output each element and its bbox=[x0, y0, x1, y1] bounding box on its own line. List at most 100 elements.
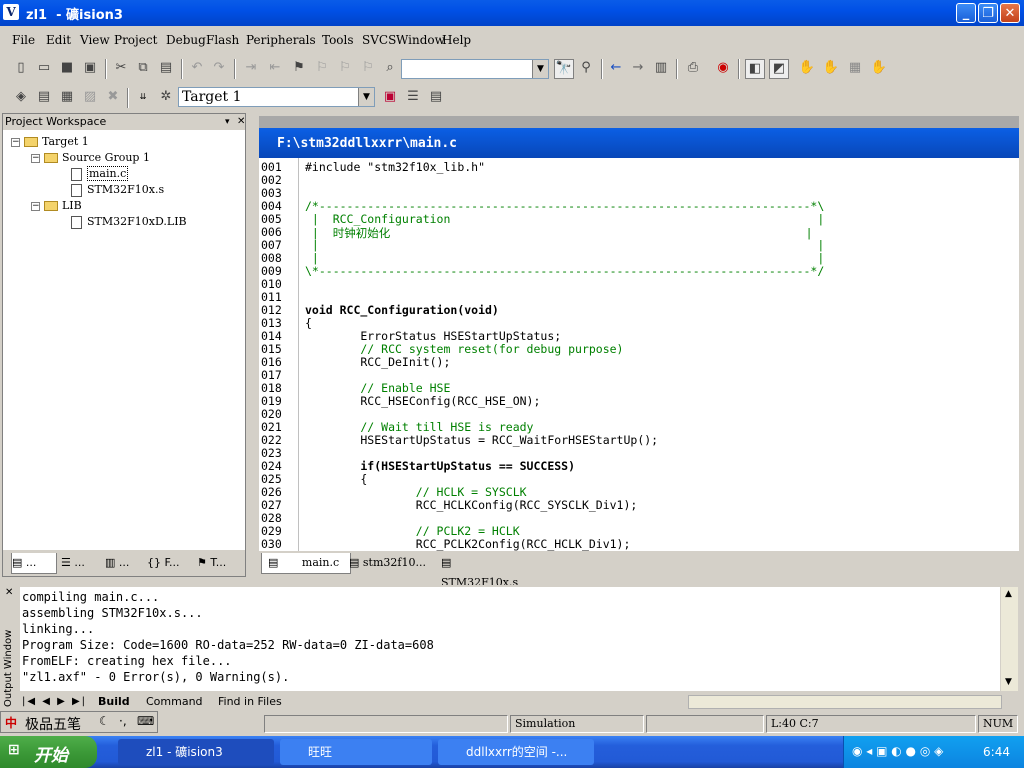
stop-build-icon[interactable]: ✖ bbox=[104, 88, 122, 106]
unindent-icon[interactable]: ⇤ bbox=[266, 59, 284, 77]
window-layout-icon[interactable]: ◧ bbox=[745, 59, 765, 79]
close-icon[interactable]: ✕ bbox=[235, 114, 245, 130]
output-text[interactable]: compiling main.c... assembling STM32F10x.… bbox=[20, 587, 1000, 691]
output-scrollbar[interactable]: ▲ ▼ bbox=[1001, 587, 1018, 691]
cut-icon[interactable]: ✂ bbox=[112, 59, 130, 77]
scroll-up-icon[interactable]: ▲ bbox=[1005, 589, 1012, 599]
back-arrow-icon[interactable]: ← bbox=[607, 59, 625, 77]
bookmark-clear-icon[interactable]: ⚐ bbox=[359, 59, 377, 77]
menu-window[interactable]: Window bbox=[396, 33, 445, 47]
moon-icon[interactable]: ☾ bbox=[99, 714, 110, 728]
options-for-target-icon[interactable]: ✲ bbox=[157, 88, 175, 106]
app-icon[interactable]: V bbox=[3, 4, 19, 20]
toolbar-separator bbox=[601, 59, 603, 79]
title-bar[interactable]: V zl1 - 礦ision3 _ ❐ ✕ bbox=[0, 0, 1024, 26]
ime-logo-icon[interactable]: 中 bbox=[5, 714, 17, 731]
build-icon[interactable]: ▤ bbox=[35, 88, 53, 106]
tab-main-c[interactable]: ▤ main.c bbox=[261, 553, 351, 574]
save-icon[interactable]: ■ bbox=[58, 59, 76, 77]
hand-icon[interactable]: ✋ bbox=[798, 59, 816, 77]
chevron-down-icon[interactable]: ▼ bbox=[358, 88, 374, 106]
memory-icon[interactable]: ▦ bbox=[846, 59, 864, 77]
menu-file[interactable]: File bbox=[12, 33, 35, 47]
menu-tools[interactable]: Tools bbox=[322, 33, 354, 47]
open-folder-icon[interactable]: ▭ bbox=[35, 59, 53, 77]
menu-view[interactable]: View bbox=[80, 33, 110, 47]
find-in-files-icon[interactable]: ⌕ bbox=[381, 59, 399, 77]
find-combo[interactable]: ▼ bbox=[401, 59, 549, 79]
indent-icon[interactable]: ⇥ bbox=[242, 59, 260, 77]
collapse-icon[interactable]: − bbox=[11, 137, 20, 147]
menu-project[interactable]: Project bbox=[114, 33, 157, 47]
batch-build-icon[interactable]: ▨ bbox=[81, 88, 99, 106]
ime-name[interactable]: 极品五笔 bbox=[25, 714, 81, 734]
target-combo[interactable]: Target 1 ▼ bbox=[178, 87, 375, 107]
translate-icon[interactable]: ◈ bbox=[12, 88, 30, 106]
browse-icon[interactable]: ▥ bbox=[652, 59, 670, 77]
redo-icon[interactable]: ↷ bbox=[210, 59, 228, 77]
collapse-icon[interactable]: − bbox=[31, 153, 40, 163]
menu-help[interactable]: Help bbox=[442, 33, 471, 47]
print-icon[interactable]: ⎙ bbox=[684, 59, 702, 77]
copy-icon[interactable]: ⧉ bbox=[134, 59, 152, 77]
bookmark-prev-icon[interactable]: ⚐ bbox=[336, 59, 354, 77]
tab-stm32f10-c[interactable]: ▤ stm32f10... bbox=[349, 553, 435, 573]
close-icon[interactable]: ✕ bbox=[5, 587, 13, 598]
menu-debug[interactable]: Debug bbox=[166, 33, 206, 47]
tab-books[interactable]: ▥ ... bbox=[105, 553, 145, 573]
code-area[interactable]: 001 #include "stm32f10x_lib.h" 002 003 004 /*… bbox=[259, 158, 1019, 551]
tree-item-lib[interactable]: − LIB bbox=[31, 199, 82, 212]
task-browser[interactable]: ddllxxrr的空间 -... bbox=[438, 739, 594, 765]
file-extensions-icon[interactable]: ☰ bbox=[404, 88, 422, 106]
collapse-icon[interactable]: − bbox=[31, 201, 40, 211]
punct-icon[interactable]: ·, bbox=[119, 714, 127, 728]
save-all-icon[interactable]: ▣ bbox=[81, 59, 99, 77]
paste-icon[interactable]: ▤ bbox=[157, 59, 175, 77]
find-next-icon[interactable]: ⚲ bbox=[577, 59, 595, 77]
forward-arrow-icon[interactable]: → bbox=[629, 59, 647, 77]
tree-item-main-c[interactable]: main.c bbox=[71, 166, 129, 181]
close-button[interactable]: ✕ bbox=[1000, 3, 1020, 23]
tab-files[interactable]: ▤ ... bbox=[11, 553, 57, 574]
menu-edit[interactable]: Edit bbox=[46, 33, 71, 47]
task-uvision[interactable]: zl1 - 礦ision3 bbox=[118, 739, 274, 765]
load-icon[interactable]: ⇊ bbox=[134, 88, 152, 106]
output-nav-arrows[interactable]: |◀ ◀ ▶ ▶| bbox=[22, 695, 92, 709]
start-button[interactable]: ⊞ 开始 bbox=[0, 736, 97, 768]
tab-templates[interactable]: ⚑ T... bbox=[197, 553, 241, 573]
manage-icon[interactable]: ▤ bbox=[427, 88, 445, 106]
chevron-down-icon[interactable]: ▾ bbox=[223, 114, 230, 130]
restore-button[interactable]: ❐ bbox=[978, 3, 998, 23]
tab-stm32f10x-s[interactable]: ▤ STM32F10x.s bbox=[441, 553, 531, 589]
zoom-icon[interactable]: ◉ bbox=[714, 59, 732, 77]
config-icon[interactable]: ✋ bbox=[870, 59, 888, 77]
keyboard-icon[interactable]: ⌨ bbox=[137, 714, 154, 728]
tab-find-in-files[interactable]: Find in Files bbox=[218, 695, 282, 709]
hand-alt-icon[interactable]: ✋ bbox=[822, 59, 840, 77]
rebuild-icon[interactable]: ▦ bbox=[58, 88, 76, 106]
scroll-down-icon[interactable]: ▼ bbox=[1005, 677, 1012, 687]
horizontal-scrollbar[interactable] bbox=[688, 695, 1002, 709]
tree-item-source-group[interactable]: − Source Group 1 bbox=[31, 151, 150, 164]
tab-regs[interactable]: ☰ ... bbox=[61, 553, 101, 573]
new-file-icon[interactable]: ▯ bbox=[12, 59, 30, 77]
bookmark-icon[interactable]: ⚑ bbox=[290, 59, 308, 77]
tray-icons[interactable]: ◉ ◂ ▣ ◐ ● ◎ ◈ bbox=[852, 744, 943, 758]
tab-command[interactable]: Command bbox=[146, 695, 203, 709]
minimize-button[interactable]: _ bbox=[956, 3, 976, 23]
menu-svcs[interactable]: SVCS bbox=[362, 33, 396, 47]
chevron-down-icon[interactable]: ▼ bbox=[532, 60, 548, 78]
task-wangwang[interactable]: 旺旺 bbox=[280, 739, 432, 765]
menu-flash[interactable]: Flash bbox=[206, 33, 239, 47]
tree-item-target[interactable]: − Target 1 bbox=[11, 135, 89, 148]
menu-peripherals[interactable]: Peripherals bbox=[246, 33, 316, 47]
undo-icon[interactable]: ↶ bbox=[188, 59, 206, 77]
output-window-icon[interactable]: ◩ bbox=[769, 59, 789, 79]
tab-build[interactable]: Build bbox=[98, 695, 130, 709]
tab-functions[interactable]: {} F... bbox=[147, 553, 193, 573]
tree-item-stm32f10x-s[interactable]: STM32F10x.s bbox=[71, 183, 164, 197]
bookmark-next-icon[interactable]: ⚐ bbox=[313, 59, 331, 77]
tree-item-lib-file[interactable]: STM32F10xD.LIB bbox=[71, 215, 187, 229]
components-icon[interactable]: ▣ bbox=[381, 88, 399, 106]
find-binoculars-icon[interactable]: 🔭 bbox=[554, 59, 574, 79]
